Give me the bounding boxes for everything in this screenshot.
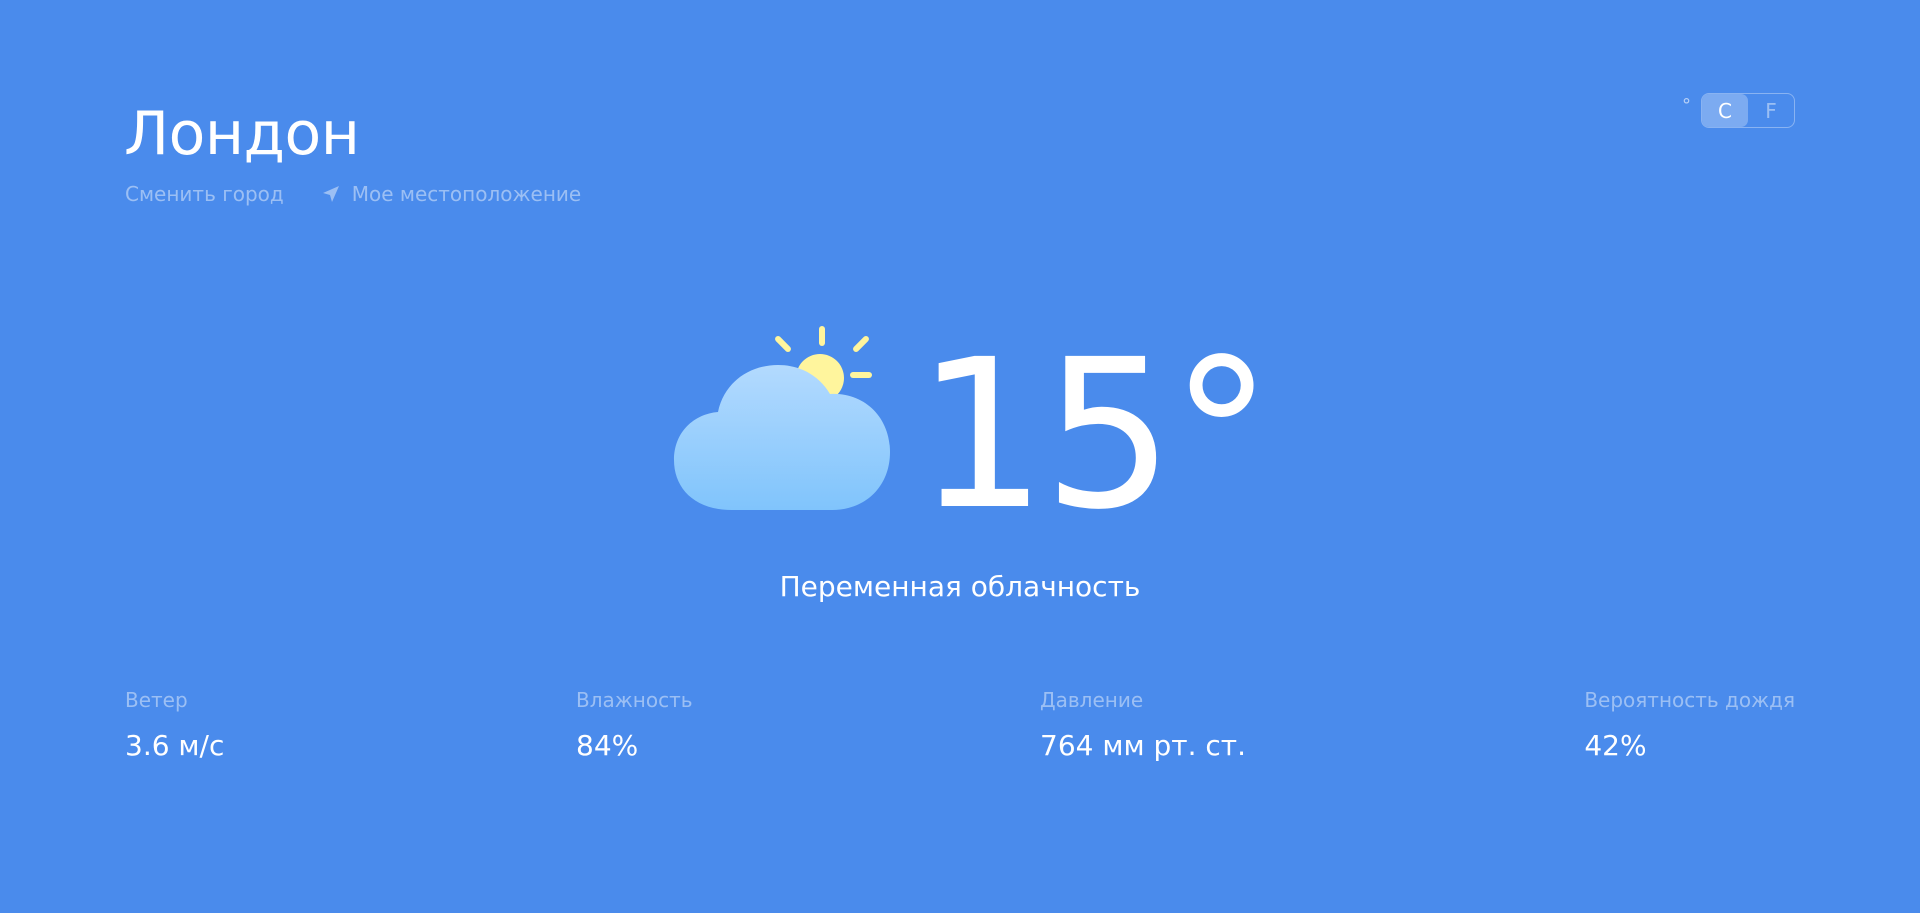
unit-toggle: C F xyxy=(1701,93,1795,128)
weather-page: Лондон Сменить город Мое местоположение … xyxy=(0,0,1920,913)
stat-value: 3.6 м/с xyxy=(125,729,225,762)
stat-pressure: Давление 764 мм рт. ст. xyxy=(1040,686,1246,764)
my-location-link[interactable]: Мое местоположение xyxy=(322,180,581,208)
city-title: Лондон xyxy=(124,99,360,169)
celsius-button[interactable]: C xyxy=(1702,94,1748,127)
degree-symbol: ° xyxy=(1682,95,1691,116)
location-arrow-icon xyxy=(322,186,339,202)
stat-value: 764 мм рт. ст. xyxy=(1040,729,1246,762)
temperature-value: 15° xyxy=(916,315,1273,555)
stat-value: 42% xyxy=(1584,729,1647,762)
change-city-link[interactable]: Сменить город xyxy=(125,180,284,208)
city-actions: Сменить город Мое местоположение xyxy=(125,180,581,208)
current-weather: 15° xyxy=(672,315,1273,555)
stat-value: 84% xyxy=(576,729,639,762)
unit-switcher: ° C F xyxy=(1682,93,1795,128)
stat-label: Давление xyxy=(1040,688,1144,712)
my-location-label: Мое местоположение xyxy=(351,182,582,206)
stat-humidity: Влажность 84% xyxy=(576,686,693,764)
stat-label: Влажность xyxy=(576,688,693,712)
cloud-icon xyxy=(674,365,890,510)
stat-label: Вероятность дождя xyxy=(1584,688,1795,712)
fahrenheit-button[interactable]: F xyxy=(1748,94,1794,127)
stat-rain-chance: Вероятность дождя 42% xyxy=(1584,686,1795,764)
weather-condition: Переменная облачность xyxy=(779,570,1141,603)
stat-wind: Ветер 3.6 м/с xyxy=(125,686,224,764)
stat-label: Ветер xyxy=(125,688,188,712)
partly-cloudy-icon xyxy=(674,326,890,510)
